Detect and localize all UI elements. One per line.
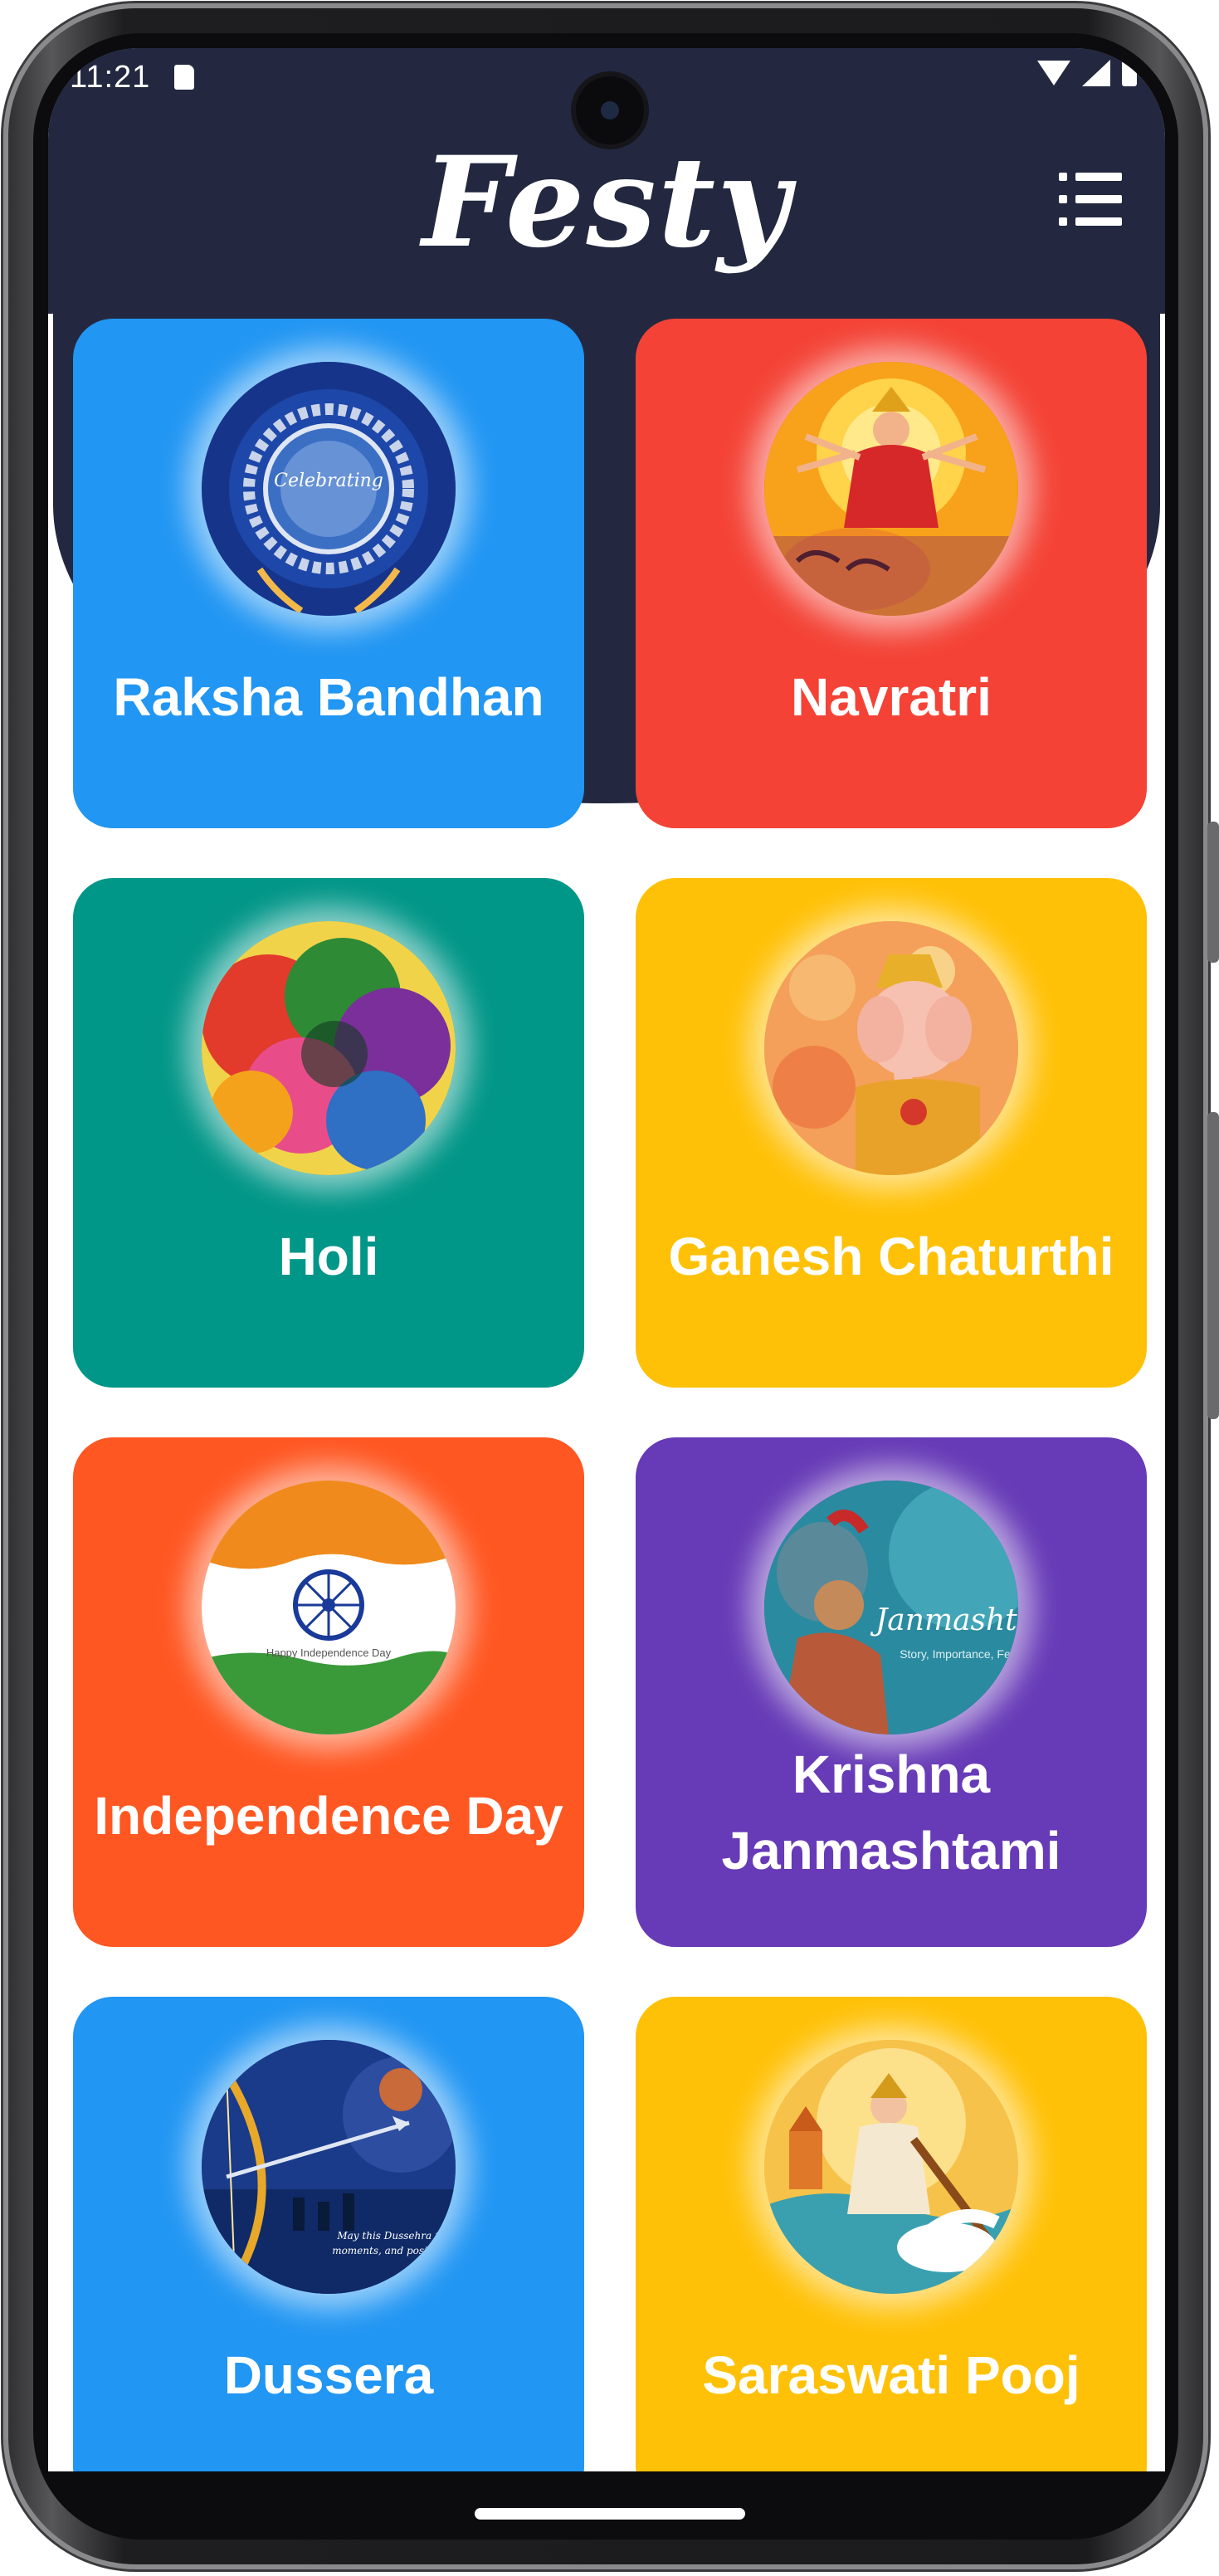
card-holi[interactable]: Holi xyxy=(73,878,584,1388)
app-screen: 11:21 Festy Celebrating Raksha Bandhan N… xyxy=(48,48,1165,2471)
power-button xyxy=(1207,822,1219,963)
card-saraswati-pooj[interactable]: Saraswati Pooj xyxy=(636,1997,1147,2471)
battery-icon xyxy=(1122,56,1137,86)
svg-text:Celebrating: Celebrating xyxy=(274,471,383,491)
sd-card-icon xyxy=(174,65,194,90)
card-krishna-janmashtami[interactable]: Janmashta Story, Importance, Fe KrishnaJ… xyxy=(636,1437,1147,1947)
dussera-bow-image: May this Dussehra fill moments, and posi… xyxy=(202,2040,456,2294)
rakhi-image: Celebrating xyxy=(202,362,456,616)
svg-text:Story, Importance, Fe: Story, Importance, Fe xyxy=(900,1647,1011,1661)
krishna-image: Janmashta Story, Importance, Fe xyxy=(764,1481,1018,1734)
card-dussera[interactable]: May this Dussehra fill moments, and posi… xyxy=(73,1997,584,2471)
card-label: Saraswati Pooj xyxy=(702,2345,1080,2405)
card-ganesh-chaturthi[interactable]: Ganesh Chaturthi xyxy=(636,878,1147,1388)
svg-text:May this Dussehra fill: May this Dussehra fill xyxy=(336,2230,447,2242)
indian-flag-image: Happy Independence Day xyxy=(202,1481,456,1734)
durga-image xyxy=(764,362,1018,616)
card-independence-day[interactable]: Happy Independence Day Independence Day xyxy=(73,1437,584,1947)
holi-colors-image xyxy=(202,921,456,1175)
card-navratri[interactable]: Navratri xyxy=(636,319,1147,828)
svg-text:Janmashta: Janmashta xyxy=(870,1603,1018,1637)
list-menu-icon[interactable] xyxy=(1059,173,1122,226)
phone-frame: 11:21 Festy Celebrating Raksha Bandhan N… xyxy=(0,0,1219,2576)
card-raksha-bandhan[interactable]: Celebrating Raksha Bandhan xyxy=(73,319,584,828)
svg-text:moments, and positivity: moments, and positivity xyxy=(332,2245,453,2256)
status-time: 11:21 xyxy=(70,60,151,95)
card-label: Raksha Bandhan xyxy=(113,667,544,727)
card-label: Dussera xyxy=(223,2345,434,2405)
card-label: Krishna Janmashtami xyxy=(721,1744,1061,1881)
svg-text:Happy Independence Day: Happy Independence Day xyxy=(266,1647,392,1659)
card-label: Holi xyxy=(278,1227,379,1286)
cell-signal-icon xyxy=(1082,60,1110,86)
card-label: Ganesh Chaturthi xyxy=(668,1227,1114,1286)
wifi-icon xyxy=(1037,61,1070,85)
home-gesture-bar[interactable] xyxy=(475,2508,745,2520)
ganesha-image xyxy=(764,921,1018,1175)
app-title: Festy xyxy=(422,129,792,276)
card-label: Independence Day xyxy=(94,1786,563,1846)
card-label: Navratri xyxy=(791,667,992,727)
volume-button xyxy=(1207,1112,1219,1419)
saraswati-image xyxy=(764,2040,1018,2294)
status-icons xyxy=(1037,56,1137,86)
